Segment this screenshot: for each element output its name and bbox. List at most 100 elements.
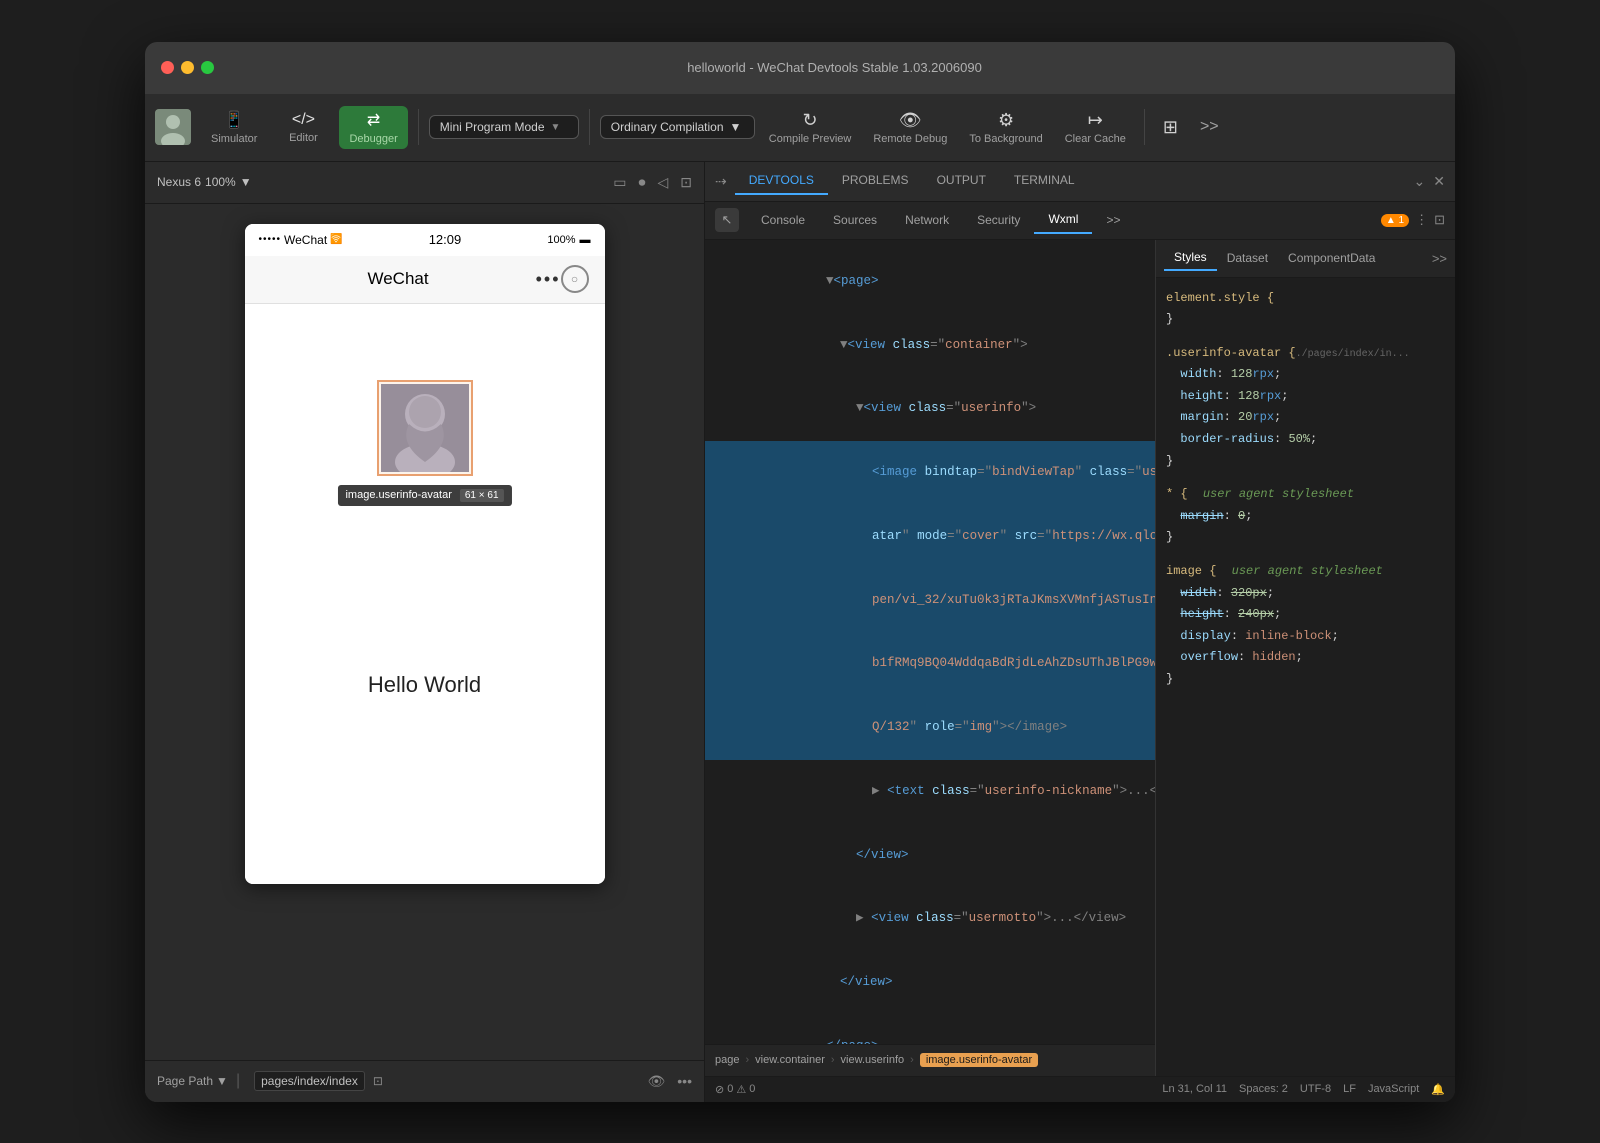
sim-bottom-icons: 👁 ••• [648, 1073, 693, 1090]
tab-sources[interactable]: Sources [819, 207, 891, 233]
page-path-selector[interactable]: Page Path ▼ [157, 1074, 228, 1088]
breadcrumb-sep-2: › [831, 1054, 835, 1066]
compile-selector[interactable]: Ordinary Compilation ▼ [600, 115, 755, 139]
xml-breadcrumb: page › view.container › view.userinfo › … [705, 1044, 1155, 1076]
xml-line-6: </view> [705, 823, 1155, 887]
more-icon[interactable]: ••• [677, 1073, 692, 1090]
expand-icon[interactable]: ⌄ [1414, 173, 1426, 190]
notification-icon[interactable]: 🔔 [1431, 1083, 1445, 1096]
separator-2 [589, 109, 590, 145]
mode-selector[interactable]: Mini Program Mode ▼ [429, 115, 579, 139]
xml-line-4-highlighted[interactable]: <image bindtap="bindViewTap" class="user… [705, 441, 1155, 505]
styles-tab-dataset[interactable]: Dataset [1217, 246, 1278, 270]
styles-tab-componentdata[interactable]: ComponentData [1278, 246, 1385, 270]
collapse-arrow-3[interactable]: ▼ [856, 401, 864, 415]
breadcrumb-view-container[interactable]: view.container [755, 1054, 825, 1066]
phone-header: WeChat ••• ○ [245, 256, 605, 304]
collapse-arrow-1[interactable]: ▼ [826, 274, 834, 288]
hello-world-text: Hello World [368, 672, 481, 698]
xml-panel: ▼<page> ▼<view class="container"> ▼<view… [705, 240, 1155, 1044]
circle-icon: ○ [571, 272, 578, 286]
inner-tabs-row: ↖ Console Sources Network Security Wxml … [705, 202, 1455, 240]
tab-security[interactable]: Security [963, 207, 1034, 233]
simulator-button[interactable]: 📱 Simulator [201, 106, 267, 149]
speaker-icon[interactable]: ◁ [657, 174, 668, 191]
tab-wxml[interactable]: Wxml [1034, 206, 1092, 234]
css-selector-image: image { [1166, 564, 1216, 578]
phone-statusbar: ••••• WeChat 🛜 12:09 100% ▬ [245, 224, 605, 256]
screen-icon[interactable]: ⊡ [680, 174, 692, 191]
device-selector[interactable]: Nexus 6 100% ▼ [157, 175, 252, 189]
css-rule-image: image { user agent stylesheet width: 320… [1166, 561, 1445, 691]
tablet-icon[interactable]: ▭ [613, 174, 626, 191]
mode-label: Mini Program Mode [440, 120, 545, 134]
tab-more[interactable]: >> [1092, 207, 1134, 233]
status-time: 12:09 [343, 232, 548, 247]
cursor-button[interactable]: ↖ [715, 208, 739, 232]
record-icon[interactable]: ⏺ [638, 174, 645, 191]
error-count: ⊘ 0 ⚠ 0 [715, 1083, 755, 1096]
collapse-arrow-2[interactable]: ▼ [840, 338, 848, 352]
remote-debug-icon: 👁 [899, 110, 922, 131]
tab-problems[interactable]: PROBLEMS [828, 167, 923, 195]
minimize-button[interactable] [181, 61, 194, 74]
line-ending: LF [1343, 1083, 1356, 1096]
editor-button[interactable]: </> Editor [273, 107, 333, 148]
devtools-panel-icon[interactable]: ⇢ [715, 173, 727, 190]
xml-line-7: ▶ <view class="usermotto">...</view> [705, 887, 1155, 951]
maximize-button[interactable] [201, 61, 214, 74]
to-background-button[interactable]: ⚙ To Background [961, 106, 1050, 149]
page-path-separator: | [236, 1072, 240, 1090]
overflow-button[interactable]: >> [1192, 114, 1227, 140]
breadcrumb-sep-3: › [910, 1054, 914, 1066]
phone-header-title: WeChat [261, 269, 536, 289]
toolbar: 📱 Simulator </> Editor ⇄ Debugger Mini P… [145, 94, 1455, 162]
collapse-arrow-5[interactable]: ▶ [872, 784, 880, 798]
status-bar: ⊘ 0 ⚠ 0 Ln 31, Col 11 Spaces: 2 UTF-8 LF… [705, 1076, 1455, 1102]
styles-tab-styles[interactable]: Styles [1164, 245, 1217, 271]
error-icon: ⊘ [715, 1083, 724, 1096]
clear-cache-button[interactable]: ↦ Clear Cache [1057, 106, 1134, 149]
inner-tabs-right: ▲ 1 ⋮ ⊡ [1381, 212, 1445, 228]
to-background-icon: ⚙ [998, 110, 1014, 131]
styles-overflow[interactable]: >> [1432, 251, 1447, 266]
css-rule-element-style: element.style { } [1166, 288, 1445, 331]
language-info: JavaScript [1368, 1083, 1419, 1096]
tooltip-class: image.userinfo-avatar [345, 489, 451, 502]
tab-devtools[interactable]: DEVTOOLS [735, 167, 828, 195]
more-options-icon[interactable]: ⋮ [1415, 212, 1428, 228]
compile-preview-button[interactable]: ↻ Compile Preview [761, 106, 860, 149]
phone-header-circle[interactable]: ○ [561, 265, 589, 293]
eye-icon[interactable]: 👁 [648, 1073, 666, 1090]
tab-output[interactable]: OUTPUT [923, 167, 1000, 195]
close-icon[interactable]: ✕ [1433, 173, 1445, 190]
breadcrumb-sep-1: › [745, 1054, 749, 1066]
devtools-tabs: ⇢ DEVTOOLS PROBLEMS OUTPUT TERMINAL ⌄ ✕ [705, 162, 1455, 202]
phone-frame: ••••• WeChat 🛜 12:09 100% ▬ WeChat [245, 224, 605, 884]
tab-terminal[interactable]: TERMINAL [1000, 167, 1089, 195]
tab-console[interactable]: Console [747, 207, 819, 233]
main-window: helloworld - WeChat Devtools Stable 1.03… [145, 42, 1455, 1102]
styles-content: element.style { } .userinfo-avatar {./pa… [1156, 278, 1455, 1076]
phone-body: image.userinfo-avatar 61 × 61 Hello Worl… [245, 304, 605, 884]
phone-header-menu[interactable]: ••• [536, 269, 561, 290]
layers-button[interactable]: ⊞ [1155, 113, 1186, 142]
devtools-right-icons: ⌄ ✕ [1414, 173, 1445, 190]
close-button[interactable] [161, 61, 174, 74]
simulator-icon: 📱 [224, 110, 244, 130]
error-number: 0 [727, 1083, 733, 1095]
breadcrumb-page[interactable]: page [715, 1054, 739, 1066]
xml-line-4e: Q/132" role="img"></image> [705, 696, 1155, 760]
tab-network[interactable]: Network [891, 207, 963, 233]
signal-dots: ••••• [259, 234, 282, 245]
main-area: Nexus 6 100% ▼ ▭ ⏺ ◁ ⊡ ••••• [145, 162, 1455, 1102]
user-avatar[interactable] [155, 109, 191, 145]
collapse-arrow-7[interactable]: ▶ [856, 911, 864, 925]
zoom-level: 100% [205, 175, 236, 189]
debugger-button[interactable]: ⇄ Debugger [339, 106, 407, 149]
copy-path-button[interactable]: ⊡ [373, 1074, 383, 1088]
breadcrumb-view-userinfo[interactable]: view.userinfo [841, 1054, 905, 1066]
copy-devtools-icon[interactable]: ⊡ [1434, 212, 1445, 228]
breadcrumb-image-avatar[interactable]: image.userinfo-avatar [920, 1053, 1038, 1067]
remote-debug-button[interactable]: 👁 Remote Debug [865, 106, 955, 149]
